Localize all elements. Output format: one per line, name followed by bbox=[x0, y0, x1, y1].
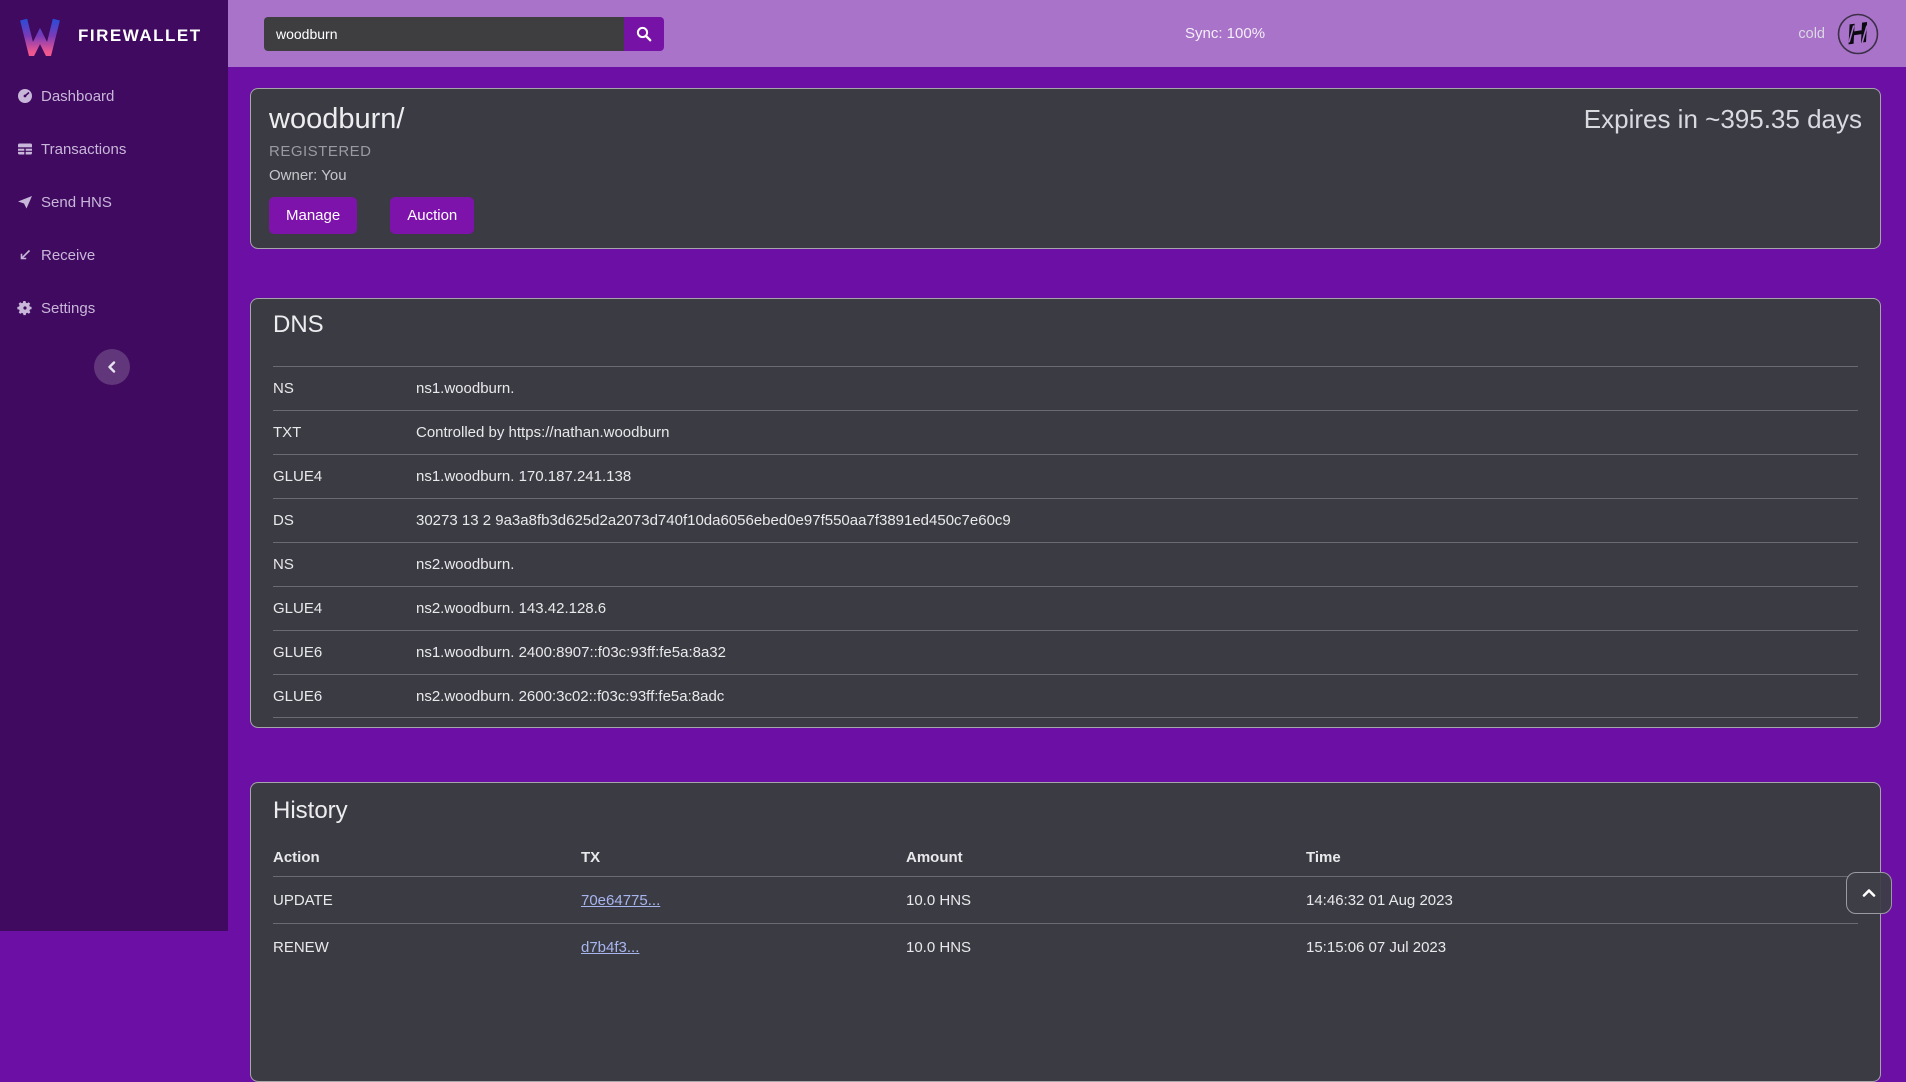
history-col-amount: Amount bbox=[906, 849, 1306, 866]
history-header-row: Action TX Amount Time bbox=[273, 838, 1858, 876]
app-title: FIREWALLET bbox=[78, 26, 202, 46]
history-time: 15:15:06 07 Jul 2023 bbox=[1306, 939, 1858, 956]
search-icon bbox=[636, 26, 652, 42]
dns-record-value: ns2.woodburn. bbox=[416, 556, 1858, 573]
history-card: History Action TX Amount Time UPDATE 70e… bbox=[250, 782, 1881, 1082]
sidebar-nav: Dashboard Transactions Send HNS Receive … bbox=[0, 84, 228, 320]
handshake-logo-icon[interactable]: H bbox=[1836, 12, 1880, 56]
firewallet-logo-icon bbox=[18, 16, 62, 56]
search-input[interactable] bbox=[264, 17, 624, 51]
search-button[interactable] bbox=[624, 17, 664, 51]
dns-record-type: DS bbox=[273, 512, 416, 529]
history-action: RENEW bbox=[273, 939, 581, 956]
sidebar-item-receive[interactable]: Receive bbox=[16, 243, 228, 267]
search-group bbox=[264, 17, 664, 51]
dns-record-value: ns1.woodburn. 2400:8907::f03c:93ff:fe5a:… bbox=[416, 644, 1858, 661]
send-icon bbox=[16, 194, 33, 211]
dns-record-row: GLUE6 ns1.woodburn. 2400:8907::f03c:93ff… bbox=[273, 630, 1858, 674]
dns-record-value: Controlled by https://nathan.woodburn bbox=[416, 424, 1858, 441]
dns-record-type: NS bbox=[273, 556, 416, 573]
history-row: UPDATE 70e64775... 10.0 HNS 14:46:32 01 … bbox=[273, 876, 1858, 923]
auction-button[interactable]: Auction bbox=[390, 197, 474, 234]
dns-record-type: GLUE6 bbox=[273, 644, 416, 661]
dns-record-value: ns1.woodburn. bbox=[416, 380, 1858, 397]
sidebar-item-dashboard[interactable]: Dashboard bbox=[16, 84, 228, 108]
sync-status: Sync: 100% bbox=[1185, 0, 1265, 67]
dns-record-type: GLUE6 bbox=[273, 688, 416, 705]
sidebar: FIREWALLET Dashboard Transactions Send H… bbox=[0, 0, 228, 931]
sidebar-item-label: Receive bbox=[41, 247, 95, 264]
sidebar-item-label: Transactions bbox=[41, 141, 126, 158]
dns-record-row: NS ns1.woodburn. bbox=[273, 366, 1858, 410]
dns-record-value: 30273 13 2 9a3a8fb3d625d2a2073d740f10da6… bbox=[416, 512, 1858, 529]
dns-card: DNS NS ns1.woodburn. TXT Controlled by h… bbox=[250, 298, 1881, 728]
chevron-up-icon bbox=[1862, 886, 1876, 900]
domain-status-label: REGISTERED bbox=[269, 143, 1862, 160]
main-content: woodburn/ Expires in ~395.35 days REGIST… bbox=[228, 67, 1906, 931]
chevron-left-icon bbox=[106, 361, 118, 373]
dns-record-row: GLUE6 ns2.woodburn. 2600:3c02::f03c:93ff… bbox=[273, 674, 1858, 718]
manage-button[interactable]: Manage bbox=[269, 197, 357, 234]
transactions-icon bbox=[16, 141, 33, 158]
scroll-to-top-button[interactable] bbox=[1846, 872, 1892, 914]
history-col-action: Action bbox=[273, 849, 581, 866]
history-col-tx: TX bbox=[581, 849, 906, 866]
dns-record-type: GLUE4 bbox=[273, 468, 416, 485]
dns-record-row: TXT Controlled by https://nathan.woodbur… bbox=[273, 410, 1858, 454]
sidebar-item-label: Send HNS bbox=[41, 194, 112, 211]
history-time: 14:46:32 01 Aug 2023 bbox=[1306, 892, 1858, 909]
sidebar-collapse-button[interactable] bbox=[94, 349, 130, 385]
dns-record-value: ns2.woodburn. 143.42.128.6 bbox=[416, 600, 1858, 617]
domain-expiry-text: Expires in ~395.35 days bbox=[1584, 101, 1862, 137]
sidebar-item-settings[interactable]: Settings bbox=[16, 296, 228, 320]
tx-link[interactable]: 70e64775... bbox=[581, 892, 660, 909]
history-card-title: History bbox=[273, 797, 1858, 825]
topbar-right: cold H bbox=[1798, 0, 1880, 67]
history-action: UPDATE bbox=[273, 892, 581, 909]
dns-record-value: ns2.woodburn. 2600:3c02::f03c:93ff:fe5a:… bbox=[416, 688, 1858, 705]
sidebar-item-transactions[interactable]: Transactions bbox=[16, 137, 228, 161]
wallet-mode-badge: cold bbox=[1798, 26, 1825, 42]
history-col-time: Time bbox=[1306, 849, 1858, 866]
dns-record-type: TXT bbox=[273, 424, 416, 441]
tx-link[interactable]: d7b4f3... bbox=[581, 939, 639, 956]
svg-text:H: H bbox=[1845, 17, 1872, 51]
domain-card: woodburn/ Expires in ~395.35 days REGIST… bbox=[250, 88, 1881, 249]
history-row: RENEW d7b4f3... 10.0 HNS 15:15:06 07 Jul… bbox=[273, 923, 1858, 970]
dashboard-icon bbox=[16, 88, 33, 105]
dns-record-type: NS bbox=[273, 380, 416, 397]
domain-owner-label: Owner: You bbox=[269, 167, 1862, 184]
brand-header: FIREWALLET bbox=[0, 0, 228, 58]
dns-record-row: GLUE4 ns1.woodburn. 170.187.241.138 bbox=[273, 454, 1858, 498]
dns-record-row: NS ns2.woodburn. bbox=[273, 542, 1858, 586]
receive-icon bbox=[16, 247, 33, 264]
dns-card-title: DNS bbox=[273, 311, 1858, 339]
dns-record-value: ns1.woodburn. 170.187.241.138 bbox=[416, 468, 1858, 485]
dns-record-row: GLUE4 ns2.woodburn. 143.42.128.6 bbox=[273, 586, 1858, 630]
history-table: Action TX Amount Time UPDATE 70e64775...… bbox=[273, 838, 1858, 970]
dns-record-row: DS 30273 13 2 9a3a8fb3d625d2a2073d740f10… bbox=[273, 498, 1858, 542]
settings-icon bbox=[16, 300, 33, 317]
dns-record-type: GLUE4 bbox=[273, 600, 416, 617]
sidebar-item-label: Dashboard bbox=[41, 88, 114, 105]
sidebar-item-label: Settings bbox=[41, 300, 95, 317]
history-amount: 10.0 HNS bbox=[906, 892, 1306, 909]
history-amount: 10.0 HNS bbox=[906, 939, 1306, 956]
topbar: Sync: 100% cold H bbox=[228, 0, 1906, 67]
dns-records-table: NS ns1.woodburn. TXT Controlled by https… bbox=[273, 366, 1858, 718]
domain-name-title: woodburn/ bbox=[269, 101, 404, 137]
sidebar-item-send-hns[interactable]: Send HNS bbox=[16, 190, 228, 214]
